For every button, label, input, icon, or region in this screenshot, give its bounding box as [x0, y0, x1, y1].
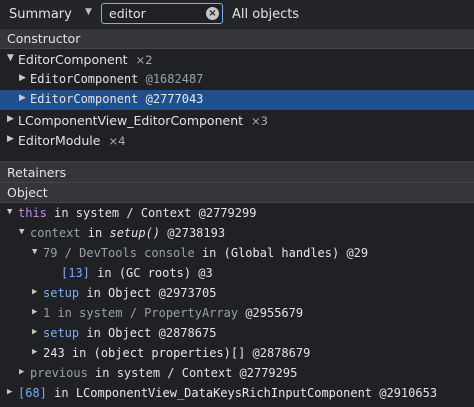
constructor-row[interactable]: ▼ EditorComponent ×2: [0, 50, 474, 70]
retainer-owner: (GC roots): [118, 266, 192, 280]
collapsed-triangle-icon[interactable]: ▶: [19, 367, 24, 377]
expanded-triangle-icon[interactable]: ▼: [7, 207, 12, 217]
collapsed-triangle-icon[interactable]: ▶: [32, 347, 37, 357]
retainer-id: @2955679: [245, 306, 304, 320]
collapsed-triangle-icon[interactable]: ▶: [32, 327, 37, 337]
retainer-row[interactable]: ▶ 243 in (object properties)[] @2878679: [0, 344, 474, 364]
constructor-name: LComponentView_EditorComponent: [18, 113, 244, 128]
retainer-in: in: [89, 266, 119, 280]
retainer-property: 243: [43, 346, 65, 360]
retainer-owner: (object properties)[]: [93, 346, 246, 360]
view-select-dropdown-icon[interactable]: ▼: [85, 7, 92, 17]
instance-name: EditorComponent: [30, 92, 139, 106]
collapsed-triangle-icon[interactable]: ▶: [7, 387, 12, 397]
instance-row[interactable]: ▶ EditorComponent @1682487: [0, 70, 474, 90]
retainer-property: [13]: [61, 266, 90, 280]
constructor-name: EditorModule: [18, 133, 101, 148]
expanded-triangle-icon[interactable]: ▼: [19, 227, 24, 237]
scope-select[interactable]: All objects: [232, 7, 299, 22]
retainer-row[interactable]: ▶ [68] in LComponentView_DataKeysRichInp…: [0, 384, 474, 404]
retainer-owner: setup(): [109, 226, 161, 240]
collapsed-triangle-icon[interactable]: ▶: [32, 307, 37, 317]
retainer-row[interactable]: ▼ 79 / DevTools console in (Global handl…: [0, 244, 474, 264]
retainer-id: @2878679: [245, 346, 311, 360]
retainer-in: in: [64, 346, 94, 360]
retainer-id: @2973705: [151, 286, 217, 300]
retainer-id: @2738193: [160, 226, 226, 240]
retainer-row[interactable]: ▶ previous in system / Context @2779295: [0, 364, 474, 384]
collapsed-triangle-icon[interactable]: ▶: [32, 287, 37, 297]
instance-row-selected[interactable]: ▶ EditorComponent @2777043: [0, 90, 474, 110]
constructor-header-label: Constructor: [7, 31, 81, 46]
object-column-header[interactable]: Object: [0, 183, 474, 203]
retainer-id: @3: [191, 266, 213, 280]
retainer-id: @2779295: [239, 366, 298, 380]
retainer-owner: Object: [108, 326, 152, 340]
retainer-property: this: [18, 206, 47, 220]
retainer-property: setup: [43, 326, 80, 340]
retainer-owner: LComponentView_DataKeysRichInputComponen…: [75, 386, 373, 400]
retainer-property: context: [30, 226, 81, 240]
retainer-row[interactable]: ▼ this in system / Context @2779299: [0, 204, 474, 224]
instance-id: @1682487: [145, 72, 204, 86]
collapsed-triangle-icon[interactable]: ▶: [19, 93, 26, 103]
retainer-id: @2878675: [151, 326, 217, 340]
retainers-label: Retainers: [7, 165, 67, 180]
retainer-row[interactable]: ▶ 1 in system / PropertyArray @2955679: [0, 304, 474, 324]
collapsed-triangle-icon[interactable]: ▶: [19, 73, 26, 83]
retainer-id: @2779299: [198, 206, 257, 220]
instance-count: ×3: [251, 114, 268, 128]
constructor-name: EditorComponent: [18, 52, 128, 67]
retainer-id: @29: [339, 246, 369, 260]
constructor-column-header[interactable]: Constructor: [0, 29, 474, 49]
retainer-id: @2910653: [372, 386, 438, 400]
retainer-row[interactable]: ▶ setup in Object @2878675: [0, 324, 474, 344]
retainer-context: in system / Context: [87, 366, 240, 380]
retainer-in: in: [46, 386, 76, 400]
class-filter-input[interactable]: [109, 6, 201, 21]
retainer-property: setup: [43, 286, 80, 300]
instance-count: ×2: [135, 53, 153, 67]
constructor-row[interactable]: ▶ LComponentView_EditorComponent ×3: [0, 111, 474, 131]
expanded-triangle-icon[interactable]: ▼: [32, 247, 37, 257]
retainer-row[interactable]: ▶ setup in Object @2973705: [0, 284, 474, 304]
retainers-tab[interactable]: Retainers: [0, 163, 474, 183]
constructor-row[interactable]: ▶ EditorModule ×4: [0, 131, 474, 151]
retainer-in: in: [79, 286, 109, 300]
retainer-in: in: [80, 226, 110, 240]
expanded-triangle-icon[interactable]: ▼: [7, 53, 14, 63]
class-filter-field[interactable]: ×: [101, 3, 223, 24]
retainer-row[interactable]: [13] in (GC roots) @3: [0, 264, 474, 284]
heap-toolbar: Summary ▼ × All objects: [0, 0, 474, 30]
instance-count: ×4: [108, 134, 126, 148]
retainer-row[interactable]: ▼ context in setup() @2738193: [0, 224, 474, 244]
collapsed-triangle-icon[interactable]: ▶: [7, 114, 14, 124]
instance-id: @2777043: [145, 92, 204, 106]
retainer-property: previous: [30, 366, 88, 380]
retainer-context: in system / Context: [46, 206, 199, 220]
retainer-owner: (Global handles): [223, 246, 340, 260]
view-select[interactable]: Summary: [9, 7, 72, 22]
object-header-label: Object: [7, 185, 48, 200]
retainer-in: in: [79, 326, 109, 340]
instance-name: EditorComponent: [30, 72, 139, 86]
retainer-owner: Object: [108, 286, 152, 300]
collapsed-triangle-icon[interactable]: ▶: [7, 134, 14, 144]
retainer-property: 79 / DevTools console: [43, 246, 195, 260]
retainer-property: [68]: [18, 386, 47, 400]
clear-filter-icon[interactable]: ×: [206, 7, 219, 20]
retainer-context: in system / PropertyArray: [50, 306, 246, 320]
retainer-in: in: [194, 246, 224, 260]
